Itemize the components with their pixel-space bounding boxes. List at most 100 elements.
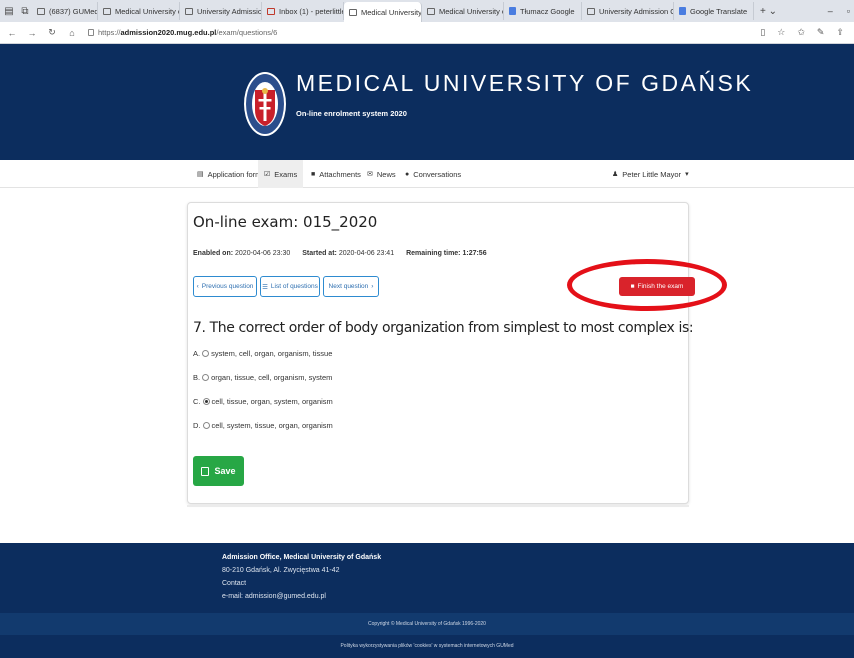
tab-label: (6837) GUMed Webmai: [49, 6, 98, 16]
user-icon: ♟: [612, 171, 619, 178]
floppy-disk-icon: [201, 466, 210, 476]
browser-tab[interactable]: University Admission Of: [582, 2, 674, 20]
share-icon[interactable]: ⇪: [836, 27, 844, 38]
browser-tab-strip: ▤ ⧉ (6837) GUMed Webmai Medical Universi…: [0, 0, 854, 22]
back-icon[interactable]: ←: [4, 28, 20, 38]
url-path: /exam/questions/6: [216, 28, 278, 37]
footer: Admission Office, Medical University of …: [0, 543, 854, 613]
url-field[interactable]: https://admission2020.mug.edu.pl/exam/qu…: [88, 28, 760, 37]
exam-title: On-line exam: 015_2020: [193, 213, 378, 231]
browser-tab[interactable]: Tłumacz Google: [504, 2, 582, 20]
answer-option-a[interactable]: A. system, cell, organ, organism, tissue: [193, 349, 332, 358]
footer-address: 80-210 Gdańsk, Al. Zwycięstwa 41-42: [222, 567, 340, 574]
tab-label: University Admission Of: [599, 6, 674, 16]
answer-text: cell, system, tissue, organ, organism: [211, 421, 333, 430]
window-controls: – ▫: [828, 0, 850, 22]
browser-tab[interactable]: Google Translate: [674, 2, 754, 20]
answer-text: cell, tissue, organ, system, organism: [211, 397, 333, 406]
chat-bubbles-icon: ●: [405, 170, 410, 178]
button-label: Save: [214, 466, 236, 476]
remaining-label: Remaining time:: [406, 250, 461, 257]
folder-icon: ■: [311, 170, 316, 178]
chevron-left-icon: ‹: [196, 283, 199, 290]
button-label: Next question: [328, 283, 369, 290]
address-bar: ← → ↻ ⌂ https://admission2020.mug.edu.pl…: [0, 22, 854, 44]
radio-button[interactable]: [202, 422, 210, 429]
page-icon: [37, 7, 45, 15]
header-banner: MEDICAL UNIVERSITY OF GDAŃSK On-line enr…: [0, 44, 854, 160]
annotation-circle: [567, 259, 727, 311]
next-question-button[interactable]: Next question ›: [323, 276, 379, 297]
tab-label: Medical University of G: [439, 6, 503, 16]
mail-icon: [267, 7, 275, 15]
exam-meta: Enabled on: 2020-04-06 23:30 Started at:…: [193, 250, 487, 257]
radio-button-checked[interactable]: [202, 398, 210, 405]
answer-letter: C.: [193, 397, 201, 406]
browser-tab[interactable]: (6837) GUMed Webmai: [32, 2, 98, 20]
save-button[interactable]: Save: [193, 456, 244, 486]
nav-exams[interactable]: ☑ Exams: [258, 160, 304, 188]
university-crest-icon: [244, 72, 286, 136]
button-label: List of questions: [270, 283, 318, 290]
page-icon: [587, 7, 595, 15]
footer-email-link[interactable]: e-mail: admission@gumed.edu.pl: [222, 593, 326, 600]
page-icon: [185, 7, 193, 15]
answer-option-c[interactable]: C. cell, tissue, organ, system, organism: [193, 397, 333, 406]
button-label: Previous question: [201, 283, 254, 290]
nav-label: News: [376, 169, 396, 179]
answer-option-b[interactable]: B. organ, tissue, cell, organism, system: [193, 373, 332, 382]
envelope-icon: ✉: [367, 171, 373, 178]
forward-icon[interactable]: →: [24, 28, 40, 38]
reading-view-icon[interactable]: ▯: [760, 27, 765, 38]
university-title: MEDICAL UNIVERSITY OF GDAŃSK: [296, 70, 754, 96]
user-menu[interactable]: ♟ Peter Little Mayor ▾: [612, 160, 689, 188]
radio-button[interactable]: [202, 374, 210, 381]
lock-icon: [88, 29, 94, 36]
new-tab-icon[interactable]: + ⌄: [754, 6, 783, 17]
browser-tab[interactable]: Medical University of G: [98, 2, 180, 20]
maximize-icon[interactable]: ▫: [847, 6, 850, 16]
nav-label: Conversations: [413, 169, 462, 179]
favorite-star-icon[interactable]: ☆: [777, 27, 785, 38]
page-icon: [349, 8, 357, 16]
browser-tab[interactable]: University Admission Of: [180, 2, 262, 20]
caret-down-icon: ▾: [685, 171, 689, 178]
translate-icon: [679, 7, 686, 15]
previous-question-button[interactable]: ‹ Previous question: [193, 276, 257, 297]
browser-tab[interactable]: Inbox (1) - peterlittlema: [262, 2, 344, 20]
refresh-icon[interactable]: ↻: [44, 27, 60, 38]
minimize-icon[interactable]: –: [828, 6, 833, 16]
enabled-value: 2020-04-06 23:30: [235, 250, 291, 257]
user-name: Peter Little Mayor: [622, 169, 682, 179]
page-icon: [103, 7, 111, 15]
answer-letter: A.: [193, 349, 201, 358]
checkbox-icon: ☑: [264, 171, 271, 178]
list-of-questions-button[interactable]: ☰ List of questions: [260, 276, 320, 297]
remaining-value: 1:27:56: [462, 250, 487, 257]
nav-attachments[interactable]: ■ Attachments: [307, 160, 365, 188]
tab-actions-icon[interactable]: ▤: [2, 0, 16, 22]
started-value: 2020-04-06 23:41: [338, 250, 395, 257]
nav-conversations[interactable]: ● Conversations: [401, 160, 465, 188]
radio-button[interactable]: [202, 350, 210, 357]
question-text: 7. The correct order of body organizatio…: [193, 320, 694, 336]
nav-news[interactable]: ✉ News: [363, 160, 400, 188]
page-icon: [427, 7, 435, 15]
favorites-icon[interactable]: ✩: [797, 27, 805, 38]
translate-icon: [509, 7, 516, 15]
url-host: admission2020.mug.edu.pl: [120, 28, 217, 37]
home-icon[interactable]: ⌂: [64, 28, 80, 38]
pen-icon[interactable]: ✎: [817, 27, 825, 38]
browser-tab-active[interactable]: Medical University✕: [344, 2, 422, 22]
app-navigation: ▤ Application forms ☑ Exams ■ Attachment…: [0, 160, 854, 188]
cookie-policy-link[interactable]: Polityka wykorzystywania plików 'cookies…: [0, 635, 854, 658]
answer-option-d[interactable]: D. cell, system, tissue, organ, organism: [193, 421, 333, 430]
address-bar-actions: ▯ ☆ ✩ ✎ ⇪: [760, 27, 844, 38]
footer-contact-link[interactable]: Contact: [222, 580, 246, 587]
tab-group-icon[interactable]: ⧉: [18, 0, 32, 22]
nav-label: Exams: [274, 169, 298, 179]
tab-label: University Admission Of: [197, 6, 262, 16]
card-divider: [187, 505, 689, 507]
url-prefix: https://: [98, 28, 121, 37]
browser-tab[interactable]: Medical University of G: [422, 2, 504, 20]
